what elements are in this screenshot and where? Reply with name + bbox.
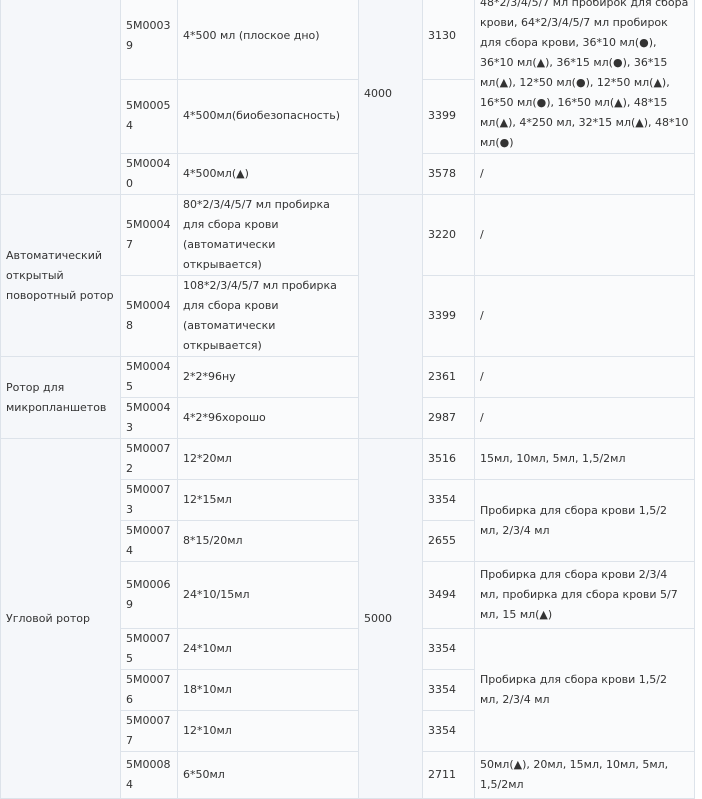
rcf-cell: 3354 [422, 710, 475, 752]
rotor-type-cell: Ротор для микропланшетов [0, 356, 121, 439]
capacity-cell: 12*20мл [177, 438, 359, 480]
rcf-cell: 2655 [422, 520, 475, 562]
adapter-cell: Пробирка для сбора крови 1,5/2 мл, 2/3/4… [474, 479, 695, 562]
table-row: 5M00039 4*500 мл (плоское дно) 4000 3130… [0, 0, 695, 195]
rcf-cell: 3220 [422, 194, 475, 276]
capacity-cell: 2*2*96ну [177, 356, 359, 398]
max-speed-cell [358, 194, 423, 439]
table-row: Автоматический открытый поворотный ротор… [0, 194, 695, 439]
model-cell: 5M00084 [120, 751, 178, 799]
rcf-cell: 2987 [422, 397, 475, 439]
adapter-cell: 50мл(▲), 20мл, 15мл, 10мл, 5мл, 1,5/2мл [474, 751, 695, 799]
rcf-cell: 3516 [422, 438, 475, 480]
capacity-cell: 12*10мл [177, 710, 359, 752]
model-cell: 5M00039 [120, 0, 178, 80]
adapter-cell: 15мл, 10мл, 5мл, 1,5/2мл [474, 438, 695, 480]
capacity-cell: 4*2*96хорошо [177, 397, 359, 439]
rcf-cell: 3494 [422, 561, 475, 629]
rcf-cell: 3354 [422, 479, 475, 521]
rcf-cell: 2361 [422, 356, 475, 398]
model-cell: 5M00075 [120, 628, 178, 670]
capacity-cell: 6*50мл [177, 751, 359, 799]
rcf-cell: 3399 [422, 275, 475, 357]
rcf-cell: 3399 [422, 78, 475, 155]
rcf-cell: 2711 [422, 751, 475, 799]
rotor-type-cell [0, 0, 121, 195]
max-speed-cell: 4000 [358, 0, 423, 195]
model-cell: 5M00069 [120, 561, 178, 629]
model-cell: 5M00074 [120, 520, 178, 562]
adapter-cell: Пробирка для сбора крови 2/3/4 мл, проби… [474, 561, 695, 629]
rotor-type-cell: Автоматический открытый поворотный ротор [0, 194, 121, 357]
capacity-cell: 24*10мл [177, 628, 359, 670]
rotor-type-cell: Угловой ротор [0, 438, 121, 799]
adapter-cell: / [474, 397, 695, 439]
model-cell: 5M00077 [120, 710, 178, 752]
model-cell: 5M00072 [120, 438, 178, 480]
adapter-cell: 48*2/3/4/5/7 мл пробирок для сбора крови… [474, 0, 695, 154]
rcf-cell: 3354 [422, 628, 475, 670]
capacity-cell: 4*500мл(биобезопасность) [177, 78, 359, 155]
adapter-cell: / [474, 194, 695, 276]
rcf-cell: 3130 [422, 0, 475, 80]
table-row: Угловой ротор 5M00072 12*20мл 5000 3516 … [0, 438, 695, 799]
rcf-cell: 3354 [422, 669, 475, 711]
max-speed-cell: 5000 [358, 438, 423, 799]
adapter-cell: / [474, 153, 695, 195]
model-cell: 5M00054 [120, 78, 178, 155]
adapter-cell: / [474, 275, 695, 357]
model-cell: 5M00048 [120, 275, 178, 357]
capacity-cell: 4*500 мл (плоское дно) [177, 0, 359, 80]
model-cell: 5M00040 [120, 153, 178, 195]
capacity-cell: 18*10мл [177, 669, 359, 711]
table-row: Ротор для микропланшетов 5M00045 2*2*96н… [0, 356, 695, 439]
capacity-cell: 12*15мл [177, 479, 359, 521]
capacity-cell: 8*15/20мл [177, 520, 359, 562]
capacity-cell: 80*2/3/4/5/7 мл пробирка для сбора крови… [177, 194, 359, 276]
capacity-cell: 4*500мл(▲) [177, 153, 359, 195]
model-cell: 5M00076 [120, 669, 178, 711]
model-cell: 5M00047 [120, 194, 178, 276]
capacity-cell: 24*10/15мл [177, 561, 359, 629]
model-cell: 5M00073 [120, 479, 178, 521]
adapter-cell: / [474, 356, 695, 398]
adapter-cell: Пробирка для сбора крови 1,5/2 мл, 2/3/4… [474, 628, 695, 752]
capacity-cell: 108*2/3/4/5/7 мл пробирка для сбора кров… [177, 275, 359, 357]
rotor-spec-table: 5M00039 4*500 мл (плоское дно) 4000 3130… [0, 0, 695, 799]
model-cell: 5M00045 [120, 356, 178, 398]
model-cell: 5M00043 [120, 397, 178, 439]
rcf-cell: 3578 [422, 153, 475, 195]
